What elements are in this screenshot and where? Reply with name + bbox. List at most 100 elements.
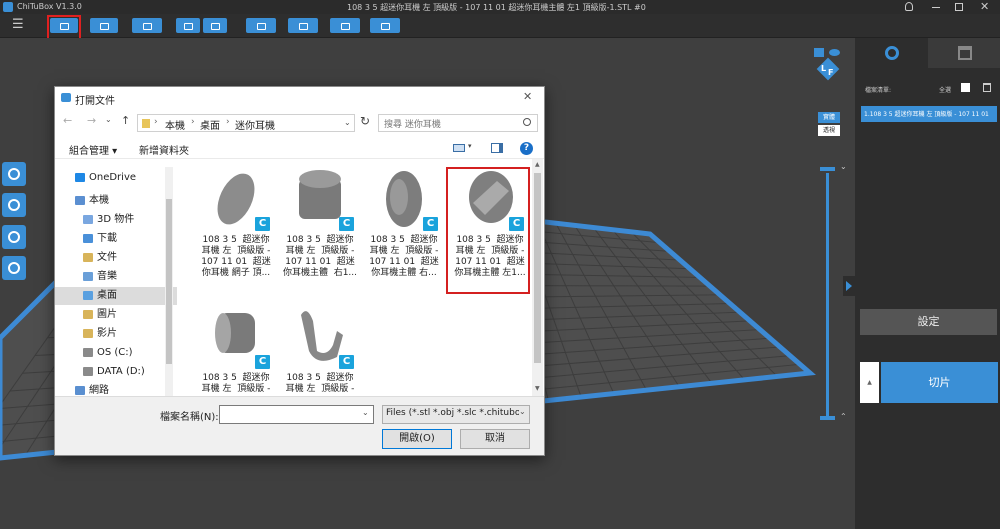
slice-options-button[interactable]: ▲ — [860, 362, 879, 403]
chitubox-file-icon: C — [339, 355, 354, 369]
view-transparent-button[interactable]: 透視 — [818, 125, 840, 136]
breadcrumb-desktop[interactable]: 桌面 — [200, 117, 220, 132]
user-icon[interactable] — [905, 2, 913, 11]
recent-chevron-icon[interactable]: ⌄ — [105, 115, 112, 124]
file-item[interactable]: C 108 3 5 超迷你 耳機 左 頂級版 - 107 11 01 超迷 你耳機… — [279, 161, 361, 281]
file-scrollbar[interactable]: ▲ ▼ — [532, 159, 543, 396]
nav-item[interactable]: 桌面 — [55, 287, 177, 305]
toolbar: ☰ — [0, 14, 1000, 38]
address-dropdown-icon[interactable]: ⌄ — [344, 118, 351, 127]
back-arrow-icon[interactable]: ← — [63, 114, 72, 127]
move-icon — [8, 168, 20, 180]
rotate-tool-button[interactable] — [2, 193, 26, 217]
settings-toolbar-button[interactable] — [370, 18, 400, 33]
file-item[interactable]: C 108 3 5 超迷你 耳機 左 頂級版 - — [279, 299, 361, 396]
nav-item[interactable]: 圖片 — [55, 306, 177, 324]
file-name-label: 108 3 5 超迷你 耳機 左 頂級版 - — [201, 373, 271, 394]
select-all-checkbox[interactable] — [961, 83, 970, 92]
move-tool-button[interactable] — [2, 162, 26, 186]
view-cube[interactable]: L F — [812, 46, 842, 81]
mirror-tool-button[interactable] — [2, 256, 26, 280]
nav-scrollbar-thumb[interactable] — [166, 199, 172, 364]
folder-icon — [83, 253, 93, 262]
auto-layout-button[interactable] — [132, 18, 162, 33]
view-solid-button[interactable]: 實體 — [818, 112, 840, 123]
nav-item[interactable]: 文件 — [55, 249, 177, 267]
up-arrow-icon[interactable]: ↑ — [121, 114, 130, 127]
slider-chevron-up-icon[interactable]: ⌃ — [840, 412, 847, 421]
breadcrumb-separator-icon: › — [191, 117, 195, 127]
breadcrumb-this-pc[interactable]: 本機 — [165, 117, 185, 132]
copy-button[interactable] — [246, 18, 276, 33]
save-button[interactable] — [90, 18, 118, 33]
scale-tool-button[interactable] — [2, 225, 26, 249]
file-view: C 108 3 5 超迷你 耳機 左 頂級版 - 107 11 01 超迷 你耳機… — [177, 159, 544, 396]
network-button[interactable] — [288, 18, 318, 33]
nav-item[interactable]: OneDrive — [55, 169, 177, 187]
select-all-label: 全選 — [939, 87, 952, 94]
home-icon[interactable] — [814, 48, 824, 57]
slice-button[interactable]: 切片 — [881, 362, 998, 403]
dialog-close-icon[interactable]: ✕ — [523, 90, 532, 103]
breadcrumb-separator-icon: › — [154, 117, 158, 127]
refresh-icon[interactable]: ↻ — [360, 114, 370, 128]
slider-chevron-down-icon[interactable]: ⌄ — [840, 162, 847, 171]
file-scrollbar-down-icon[interactable]: ▼ — [535, 385, 540, 392]
file-item[interactable]: C 108 3 5 超迷你 耳機 左 頂級版 - — [195, 299, 277, 396]
view-options-icon[interactable] — [453, 144, 465, 152]
preview-pane-icon[interactable] — [491, 143, 503, 153]
file-item[interactable]: C 108 3 5 超迷你 耳機 左 頂級版 - 107 11 01 超迷 你耳機… — [195, 161, 277, 281]
nav-item[interactable]: 影片 — [55, 325, 177, 343]
help-icon[interactable]: ? — [520, 142, 533, 155]
settings-button[interactable]: 設定 — [860, 309, 997, 335]
nav-item[interactable]: DATA (D:) — [55, 363, 177, 381]
layer-slider-track[interactable] — [826, 173, 829, 416]
close-icon[interactable]: ✕ — [980, 0, 989, 13]
view-dropdown-icon[interactable]: ▾ — [468, 142, 472, 150]
nav-item[interactable]: 本機 — [55, 192, 177, 210]
tab-support[interactable] — [928, 38, 1000, 68]
file-scrollbar-up-icon[interactable]: ▲ — [535, 161, 540, 168]
nav-item[interactable]: 網路 — [55, 382, 177, 396]
undo-button[interactable] — [176, 18, 200, 33]
nav-item[interactable]: OS (C:) — [55, 344, 177, 362]
folder-icon — [75, 386, 85, 395]
folder-icon — [142, 119, 150, 128]
menu-icon[interactable]: ☰ — [12, 17, 24, 32]
layer-slider-bottom-handle[interactable] — [820, 416, 835, 420]
file-scrollbar-thumb[interactable] — [534, 173, 541, 363]
search-box[interactable]: 搜尋 迷你耳機 — [378, 114, 538, 132]
hollow-button[interactable] — [330, 18, 360, 33]
layer-slider-top-handle[interactable] — [820, 167, 835, 171]
redo-button[interactable] — [203, 18, 227, 33]
breadcrumb-folder[interactable]: 迷你耳機 — [235, 117, 275, 132]
open-button[interactable]: 開啟(O) — [382, 429, 452, 449]
file-type-select[interactable]: Files (*.stl *.obj *.slc *.chitubox ⌄ — [382, 405, 530, 424]
nav-item[interactable]: 3D 物件 — [55, 211, 177, 229]
eye-icon[interactable] — [829, 49, 840, 56]
file-item[interactable]: C 108 3 5 超迷你 耳機 左 頂級版 - 107 11 01 超迷 你耳機… — [363, 161, 445, 281]
file-list-item-label: 1.108 3 5 超迷你耳機 左 頂級版 - 107 11 01 — [864, 111, 989, 118]
panel-collapse-button[interactable] — [843, 276, 855, 296]
cancel-button[interactable]: 取消 — [460, 429, 530, 449]
nav-item-label: DATA (D:) — [97, 366, 145, 377]
file-list-item[interactable]: 1.108 3 5 超迷你耳機 左 頂級版 - 107 11 01 — [861, 106, 997, 122]
filename-dropdown-icon[interactable]: ⌄ — [362, 408, 369, 417]
rotate-icon — [8, 199, 20, 211]
forward-arrow-icon[interactable]: → — [87, 114, 96, 127]
filename-label: 檔案名稱(N): — [160, 412, 219, 423]
filename-input[interactable]: ⌄ — [219, 405, 374, 424]
nav-item[interactable]: 下載 — [55, 230, 177, 248]
nav-item-label: 3D 物件 — [97, 214, 135, 225]
address-bar[interactable]: › 本機 › 桌面 › 迷你耳機 ⌄ — [137, 114, 355, 132]
nav-scrollbar[interactable] — [165, 167, 173, 396]
organize-button[interactable]: 組合管理 ▾ — [69, 142, 117, 157]
file-type-dropdown-icon: ⌄ — [519, 407, 529, 422]
trash-icon[interactable] — [983, 83, 991, 92]
tab-model[interactable] — [855, 38, 928, 68]
minimize-icon[interactable] — [932, 7, 940, 8]
new-folder-button[interactable]: 新增資料夾 — [139, 142, 189, 157]
nav-item-label: 圖片 — [97, 309, 117, 320]
nav-item[interactable]: 音樂 — [55, 268, 177, 286]
restore-icon[interactable] — [955, 3, 963, 11]
